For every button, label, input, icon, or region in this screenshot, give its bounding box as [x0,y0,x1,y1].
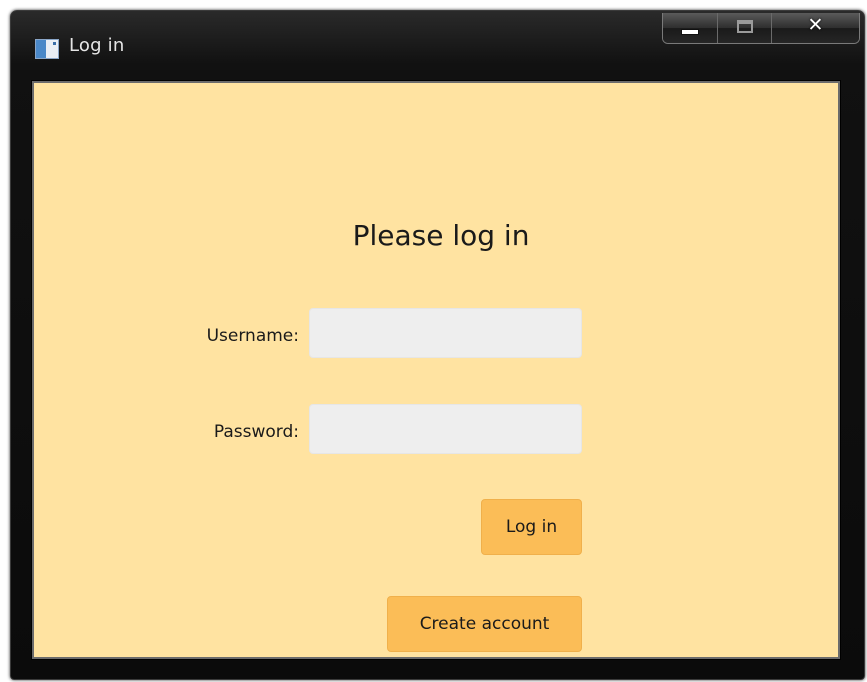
login-button[interactable]: Log in [481,499,582,555]
password-input[interactable] [309,404,582,454]
maximize-icon [737,20,753,33]
app-icon[interactable] [35,39,59,59]
window-title: Log in [69,35,125,56]
create-account-button[interactable]: Create account [387,596,582,652]
maximize-button[interactable] [717,13,771,43]
username-input[interactable] [309,308,582,358]
minimize-button[interactable] [663,13,717,43]
username-label: Username: [206,326,299,346]
title-bar[interactable]: Log in ✕ [11,11,864,81]
password-label: Password: [213,422,299,442]
close-icon: ✕ [807,14,824,36]
page-title: Please log in [352,219,530,252]
caption-buttons: ✕ [662,13,860,44]
login-panel: Please log in Username: Password: Log in… [32,81,840,659]
app-window: Log in ✕ Please log in Username: Passwor… [10,10,865,680]
minimize-icon [682,30,698,34]
close-button[interactable]: ✕ [771,13,859,43]
